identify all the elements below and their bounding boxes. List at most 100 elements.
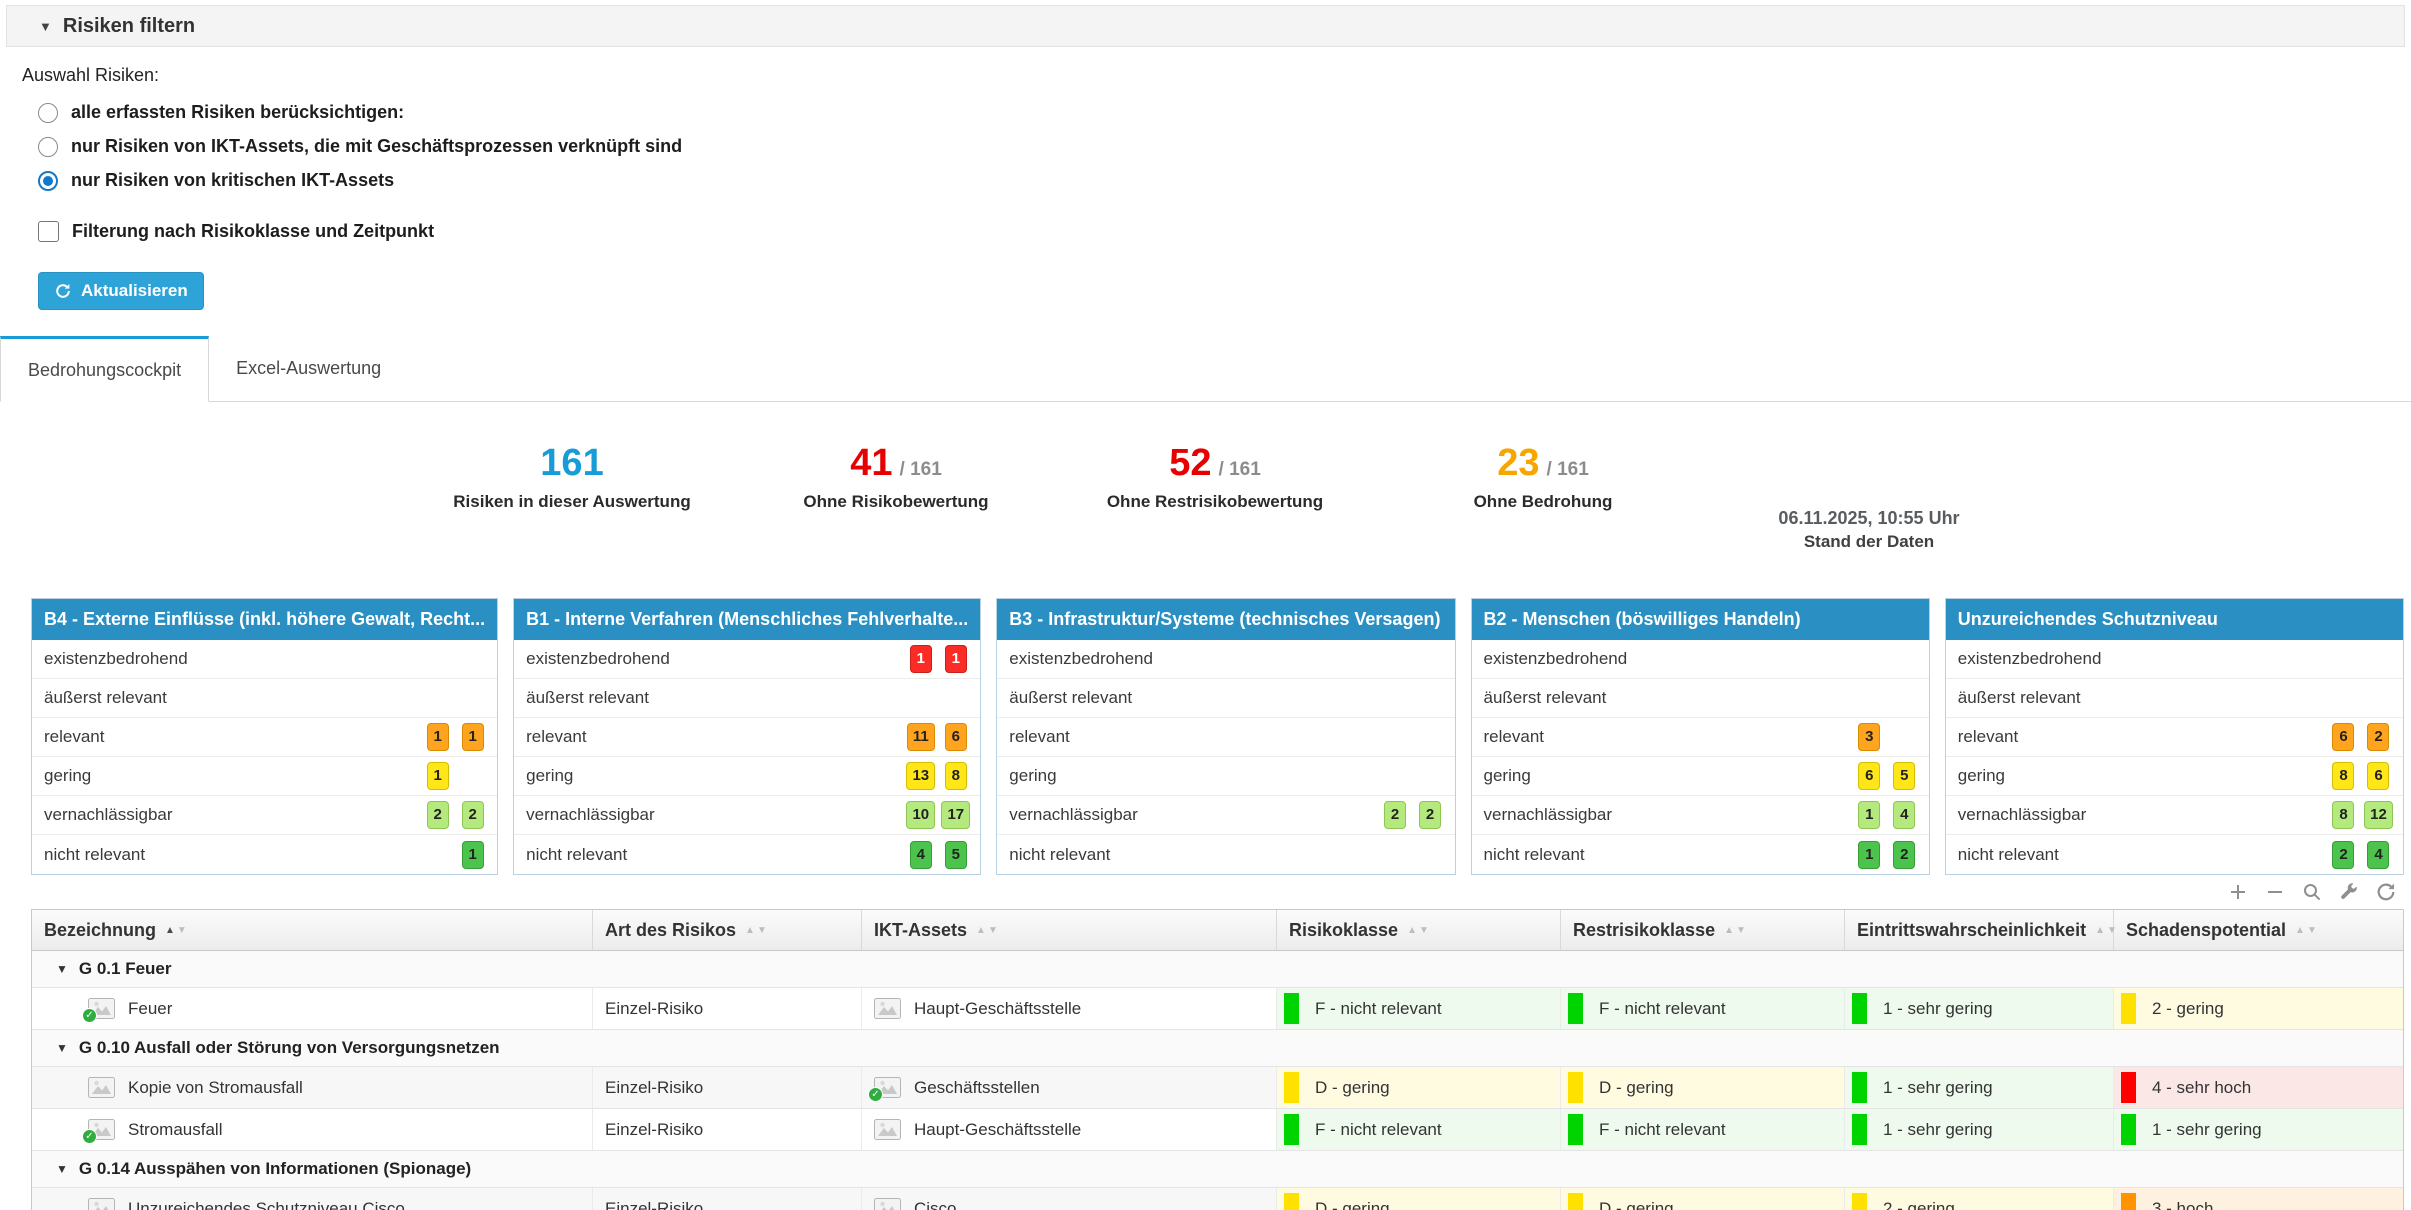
sort-asc-icon[interactable]: ▲	[1724, 925, 1734, 936]
threat-panel-row: gering	[997, 757, 1454, 796]
filter-panel-body: Auswahl Risiken: alle erfassten Risiken …	[6, 47, 2405, 310]
column-header-art-des-risikos[interactable]: Art des Risikos▲▼	[593, 910, 862, 950]
threat-panel-row: relevant116	[514, 718, 980, 757]
severity-label: existenzbedrohend	[526, 649, 670, 669]
group-row[interactable]: ▼G 0.1 Feuer	[32, 951, 2403, 988]
threat-panel-row: äußerst relevant	[1472, 679, 1929, 718]
residual-risk-class-cell: D - gering	[1561, 1067, 1845, 1108]
group-row[interactable]: ▼G 0.14 Ausspähen von Informationen (Spi…	[32, 1151, 2403, 1188]
risk-level-bar	[1568, 1072, 1583, 1103]
severity-label: vernachlässigbar	[1009, 805, 1138, 825]
table-toolbar	[0, 875, 2411, 909]
column-header-risikoklasse[interactable]: Risikoklasse▲▼	[1277, 910, 1561, 950]
refresh-icon	[54, 282, 72, 300]
radio-button[interactable]	[38, 171, 58, 191]
risk-name-cell: ✓Feuer	[32, 988, 593, 1029]
sort-desc-icon[interactable]: ▼	[757, 925, 767, 936]
risk-name: Stromausfall	[128, 1120, 222, 1140]
threat-panel: B3 - Infrastruktur/Systeme (technisches …	[996, 598, 1455, 875]
threat-panel-row: nicht relevant	[997, 835, 1454, 874]
sort-asc-icon[interactable]: ▲	[976, 925, 986, 936]
severity-label: nicht relevant	[44, 845, 145, 865]
stat-block: 41/ 161Ohne Risikobewertung	[803, 444, 988, 512]
sort-asc-icon[interactable]: ▲	[2095, 925, 2105, 936]
tab-bedrohungscockpit[interactable]: Bedrohungscockpit	[0, 336, 209, 402]
threat-panel-row: gering138	[514, 757, 980, 796]
filter-panel-header[interactable]: ▼ Risiken filtern	[6, 5, 2405, 47]
count-badge: 2	[1893, 841, 1915, 869]
wrench-icon[interactable]	[2338, 881, 2360, 903]
plus-icon[interactable]	[2227, 881, 2249, 903]
sort-desc-icon[interactable]: ▼	[988, 925, 998, 936]
count-badge: 6	[2367, 762, 2389, 790]
count-badge: 6	[945, 723, 967, 751]
severity-label: äußerst relevant	[1484, 688, 1607, 708]
column-header-schadenspotential[interactable]: Schadenspotential▲▼	[2114, 910, 2403, 950]
radio-button[interactable]	[38, 103, 58, 123]
risk-level-bar	[1284, 1114, 1299, 1145]
sort-asc-icon[interactable]: ▲	[2295, 925, 2305, 936]
probability-cell-label: 1 - sehr gering	[1883, 1078, 1993, 1098]
badge-slot: 6	[2328, 723, 2359, 751]
threat-panel-row: vernachlässigbar 1017	[514, 796, 980, 835]
risk-type: Einzel-Risiko	[605, 1120, 703, 1140]
sort-asc-icon[interactable]: ▲	[745, 925, 755, 936]
threat-panel-row: existenzbedrohend	[1472, 640, 1929, 679]
severity-label: äußerst relevant	[1958, 688, 2081, 708]
table-row[interactable]: ✓StromausfallEinzel-RisikoHaupt-Geschäft…	[32, 1109, 2403, 1151]
minus-icon[interactable]	[2264, 881, 2286, 903]
table-row[interactable]: ✓FeuerEinzel-RisikoHaupt-Geschäftsstelle…	[32, 988, 2403, 1030]
radio-option-critical-ikt-assets[interactable]: nur Risiken von kritischen IKT-Assets	[38, 170, 2405, 191]
radio-option-linked-ikt-assets[interactable]: nur Risiken von IKT-Assets, die mit Gesc…	[38, 136, 2405, 157]
risk-name-cell: Unzureichendes Schutzniveau Cisco	[32, 1188, 593, 1210]
badge-slot	[457, 762, 488, 790]
table-row[interactable]: Unzureichendes Schutzniveau CiscoEinzel-…	[32, 1188, 2403, 1210]
table-row[interactable]: Kopie von StromausfallEinzel-Risiko✓Gesc…	[32, 1067, 2403, 1109]
threat-panel-row: vernachlässigbar14	[1472, 796, 1929, 835]
refresh-button[interactable]: Aktualisieren	[38, 272, 204, 310]
probability-cell-label: 1 - sehr gering	[1883, 999, 1993, 1019]
badge-slots: 86	[2328, 762, 2394, 790]
sort-asc-icon[interactable]: ▲	[165, 925, 175, 936]
sort-desc-icon[interactable]: ▼	[1419, 925, 1429, 936]
stats-row: 06.11.2025, 10:55 Uhr Stand der Daten 16…	[0, 402, 2411, 598]
radio-option-all-risks[interactable]: alle erfassten Risiken berücksichtigen:	[38, 102, 2405, 123]
count-badge: 13	[906, 762, 935, 790]
severity-label: vernachlässigbar	[526, 805, 655, 825]
stat-block: 23/ 161Ohne Bedrohung	[1474, 444, 1613, 512]
risk-level-bar	[1284, 993, 1299, 1024]
threat-panel: B1 - Interne Verfahren (Menschliches Feh…	[513, 598, 981, 875]
risk-name: Unzureichendes Schutzniveau Cisco	[128, 1199, 405, 1210]
table-body: ▼G 0.1 Feuer✓FeuerEinzel-RisikoHaupt-Ges…	[32, 951, 2403, 1210]
risk-class-cell: F - nicht relevant	[1277, 1109, 1561, 1150]
threat-panel-row: existenzbedrohend	[32, 640, 497, 679]
count-badge: 12	[2364, 801, 2393, 829]
count-badge: 1	[1858, 801, 1880, 829]
threat-panel-row: nicht relevant12	[1472, 835, 1929, 874]
risk-level-bar	[1284, 1193, 1299, 1210]
ikt-asset-cell: Haupt-Geschäftsstelle	[862, 1109, 1277, 1150]
risk-type-cell: Einzel-Risiko	[593, 1109, 862, 1150]
sort-desc-icon[interactable]: ▼	[1736, 925, 1746, 936]
refresh-icon[interactable]	[2375, 881, 2397, 903]
tab-excel-auswertung[interactable]: Excel-Auswertung	[209, 336, 408, 401]
radio-button[interactable]	[38, 137, 58, 157]
threat-panel-row: äußerst relevant	[32, 679, 497, 718]
column-header-eintrittswahrscheinlichkeit[interactable]: Eintrittswahrscheinlichkeit▲▼	[1845, 910, 2114, 950]
column-header-label: Eintrittswahrscheinlichkeit	[1857, 920, 2086, 941]
risk-class-cell-label: F - nicht relevant	[1315, 1120, 1442, 1140]
column-header-bezeichnung[interactable]: Bezeichnung▲▼	[32, 910, 593, 950]
column-header-restrisikoklasse[interactable]: Restrisikoklasse▲▼	[1561, 910, 1845, 950]
group-row[interactable]: ▼G 0.10 Ausfall oder Störung von Versorg…	[32, 1030, 2403, 1067]
sort-asc-icon[interactable]: ▲	[1407, 925, 1417, 936]
filter-checkbox-row[interactable]: Filterung nach Risikoklasse und Zeitpunk…	[38, 221, 2405, 242]
sort-desc-icon[interactable]: ▼	[2307, 925, 2317, 936]
badge-slot: 1	[457, 723, 488, 751]
sort-icons: ▲▼	[1724, 925, 1746, 936]
column-header-ikt-assets[interactable]: IKT-Assets▲▼	[862, 910, 1277, 950]
checkbox[interactable]	[38, 221, 59, 242]
badge-slots: 1017	[905, 801, 971, 829]
sort-desc-icon[interactable]: ▼	[177, 925, 187, 936]
risk-class-cell-label: D - gering	[1315, 1199, 1390, 1210]
search-icon[interactable]	[2301, 881, 2323, 903]
